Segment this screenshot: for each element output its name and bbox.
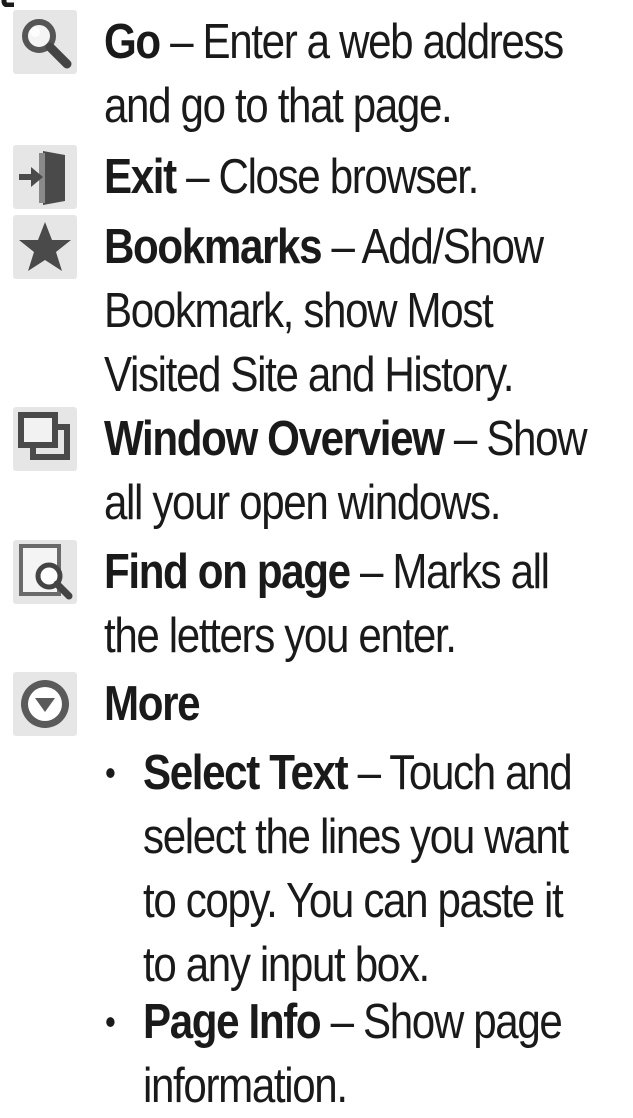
subitem-description-line: – Touch and: [357, 746, 573, 800]
exit-door-icon: [13, 145, 77, 209]
subitem-description-line: information.: [143, 1059, 348, 1113]
subitem-description-line: – Show page: [330, 995, 563, 1049]
item-title: Find on page: [104, 545, 351, 599]
item-description-line: Visited Site and History.: [104, 348, 514, 402]
subitem-description-line: select the lines you want: [143, 810, 569, 864]
subitem-title: Select Text: [143, 746, 349, 800]
item-description-line: – Marks all: [360, 545, 550, 599]
subitem-description-line: to any input box.: [143, 938, 430, 992]
bullet-icon: •: [105, 752, 116, 793]
clipped-text-fragment: [1, 0, 14, 7]
item-title: More: [104, 677, 201, 731]
item-description-line: the letters you enter.: [104, 609, 457, 663]
item-description-line: Bookmark, show Most: [104, 284, 494, 338]
search-icon: [13, 10, 77, 74]
item-description-line: – Enter a web address: [170, 15, 564, 69]
item-description-line: – Add/Show: [331, 220, 544, 274]
more-chevron-icon: [13, 672, 77, 736]
item-title: Bookmarks: [104, 220, 323, 274]
subitem-description-line: to copy. You can paste it: [143, 874, 564, 928]
item-title: Exit: [104, 150, 177, 204]
item-description-line: all your open windows.: [104, 476, 501, 530]
window-overview-icon: [13, 407, 77, 471]
item-description-line: – Show: [453, 412, 588, 466]
find-on-page-icon: [13, 540, 77, 604]
item-title: Go: [104, 15, 161, 69]
subitem-title: Page Info: [143, 995, 322, 1049]
bullet-icon: •: [105, 1001, 116, 1042]
item-title: Window Overview: [104, 412, 445, 466]
item-description-line: – Close browser.: [186, 150, 479, 204]
star-icon: [13, 215, 77, 279]
item-description-line: and go to that page.: [104, 79, 453, 133]
